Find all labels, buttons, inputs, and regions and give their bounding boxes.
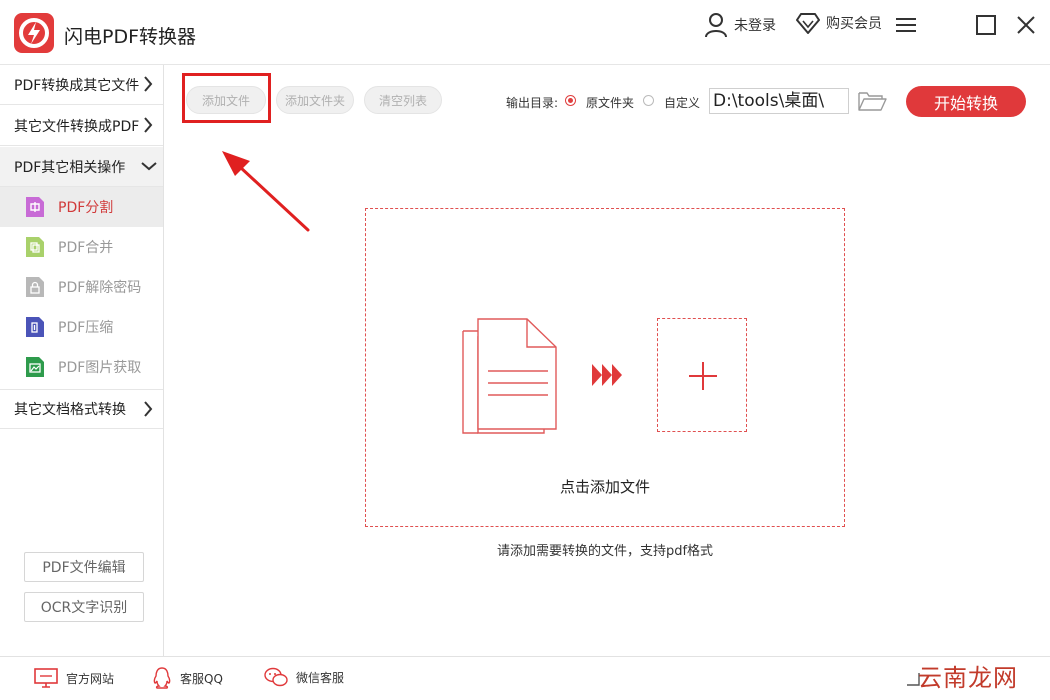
watermark-text: 云南龙网: [918, 664, 1018, 692]
sidebar-item-label: PDF分割: [58, 200, 114, 216]
browse-folder-button[interactable]: [858, 90, 888, 112]
output-path-input[interactable]: D:\tools\桌面\: [709, 88, 849, 114]
app-title: 闪电PDF转换器: [64, 26, 197, 48]
close-icon: [1017, 16, 1035, 34]
user-icon: [705, 13, 727, 38]
sidebar-group-pdf-other-ops[interactable]: PDF其它相关操作: [0, 147, 163, 187]
chevron-right-icon: [144, 401, 153, 417]
sidebar-item-label: PDF压缩: [58, 320, 114, 336]
sidebar-group-pdf-to-other[interactable]: PDF转换成其它文件: [0, 65, 163, 105]
sidebar-group-label: PDF转换成其它文件: [14, 77, 140, 94]
start-convert-button[interactable]: 开始转换: [906, 86, 1026, 117]
close-button[interactable]: [1012, 12, 1040, 38]
folder-open-icon: [858, 92, 887, 111]
sidebar-item-pdf-compress[interactable]: PDF压缩: [0, 307, 163, 347]
wechat-support-link[interactable]: 微信客服: [264, 667, 344, 687]
output-dir-label: 输出目录:: [506, 96, 559, 110]
triple-arrow-icon: [592, 364, 622, 386]
pdf-edit-button[interactable]: PDF文件编辑: [24, 552, 144, 582]
qq-support-label: 客服QQ: [180, 671, 223, 686]
maximize-button[interactable]: [972, 12, 1000, 38]
sidebar-item-pdf-split[interactable]: PDF分割: [0, 187, 163, 227]
pdf-unlock-icon: [24, 276, 46, 298]
menu-button[interactable]: [892, 12, 920, 38]
wechat-support-label: 微信客服: [296, 670, 345, 685]
sidebar-item-pdf-image-extract[interactable]: PDF图片获取: [0, 347, 163, 387]
pdf-split-icon: [24, 196, 46, 218]
arrow-annotation-icon: [222, 151, 310, 232]
chevron-right-icon: [144, 117, 153, 133]
highlight-annotation: [182, 73, 271, 123]
pdf-image-icon: [24, 356, 46, 378]
radio-original-label: 原文件夹: [586, 96, 635, 110]
sidebar-item-label: PDF解除密码: [58, 280, 142, 296]
ocr-button[interactable]: OCR文字识别: [24, 592, 144, 622]
wechat-icon: [264, 667, 288, 687]
add-file-placeholder[interactable]: [657, 318, 747, 432]
pdf-merge-icon: [24, 236, 46, 258]
sidebar-group-other-to-pdf[interactable]: 其它文件转换成PDF: [0, 106, 163, 146]
radio-custom-label: 自定义: [664, 96, 701, 110]
sidebar: PDF转换成其它文件 其它文件转换成PDF PDF其它相关操作 PDF分割 PD…: [0, 65, 164, 656]
radio-original-folder[interactable]: [565, 95, 576, 106]
pdf-compress-icon: [24, 316, 46, 338]
sidebar-group-label: 其它文件转换成PDF: [14, 118, 140, 135]
sidebar-item-label: PDF图片获取: [58, 360, 142, 376]
sidebar-group-label: 其它文档格式转换: [14, 402, 126, 418]
title-bar: 闪电PDF转换器 未登录 购买会员: [0, 0, 1050, 65]
sidebar-group-other-doc-convert[interactable]: 其它文档格式转换: [0, 389, 163, 429]
qq-icon: [153, 667, 171, 689]
footer: 官方网站 客服QQ 微信客服: [0, 656, 1050, 700]
app-logo-icon: [14, 13, 54, 53]
login-label: 未登录: [734, 18, 776, 34]
chevron-down-icon: [141, 162, 157, 171]
dropzone-label: 点击添加文件: [559, 478, 650, 496]
sidebar-item-pdf-merge[interactable]: PDF合并: [0, 227, 163, 267]
diamond-icon: [796, 13, 820, 34]
buy-vip-button[interactable]: 购买会员: [796, 12, 882, 34]
login-button[interactable]: 未登录: [704, 12, 776, 38]
sidebar-item-label: PDF合并: [58, 240, 114, 256]
monitor-icon: [34, 668, 58, 688]
sidebar-group-label: PDF其它相关操作: [14, 159, 126, 176]
buy-vip-label: 购买会员: [826, 16, 882, 32]
official-website-link[interactable]: 官方网站: [34, 667, 114, 689]
add-folder-button[interactable]: 添加文件夹: [276, 86, 354, 114]
qq-support-link[interactable]: 客服QQ: [152, 667, 223, 689]
chevron-right-icon: [144, 76, 153, 92]
hamburger-icon: [896, 18, 916, 32]
supported-format-hint: 请添加需要转换的文件，支持pdf格式: [496, 544, 714, 559]
maximize-icon: [976, 15, 996, 35]
sidebar-item-pdf-unlock[interactable]: PDF解除密码: [0, 267, 163, 307]
plus-icon: [689, 362, 717, 390]
official-website-label: 官方网站: [66, 671, 115, 686]
documents-icon: [462, 318, 557, 434]
radio-custom-folder[interactable]: [643, 95, 654, 106]
clear-list-button[interactable]: 清空列表: [364, 86, 442, 114]
